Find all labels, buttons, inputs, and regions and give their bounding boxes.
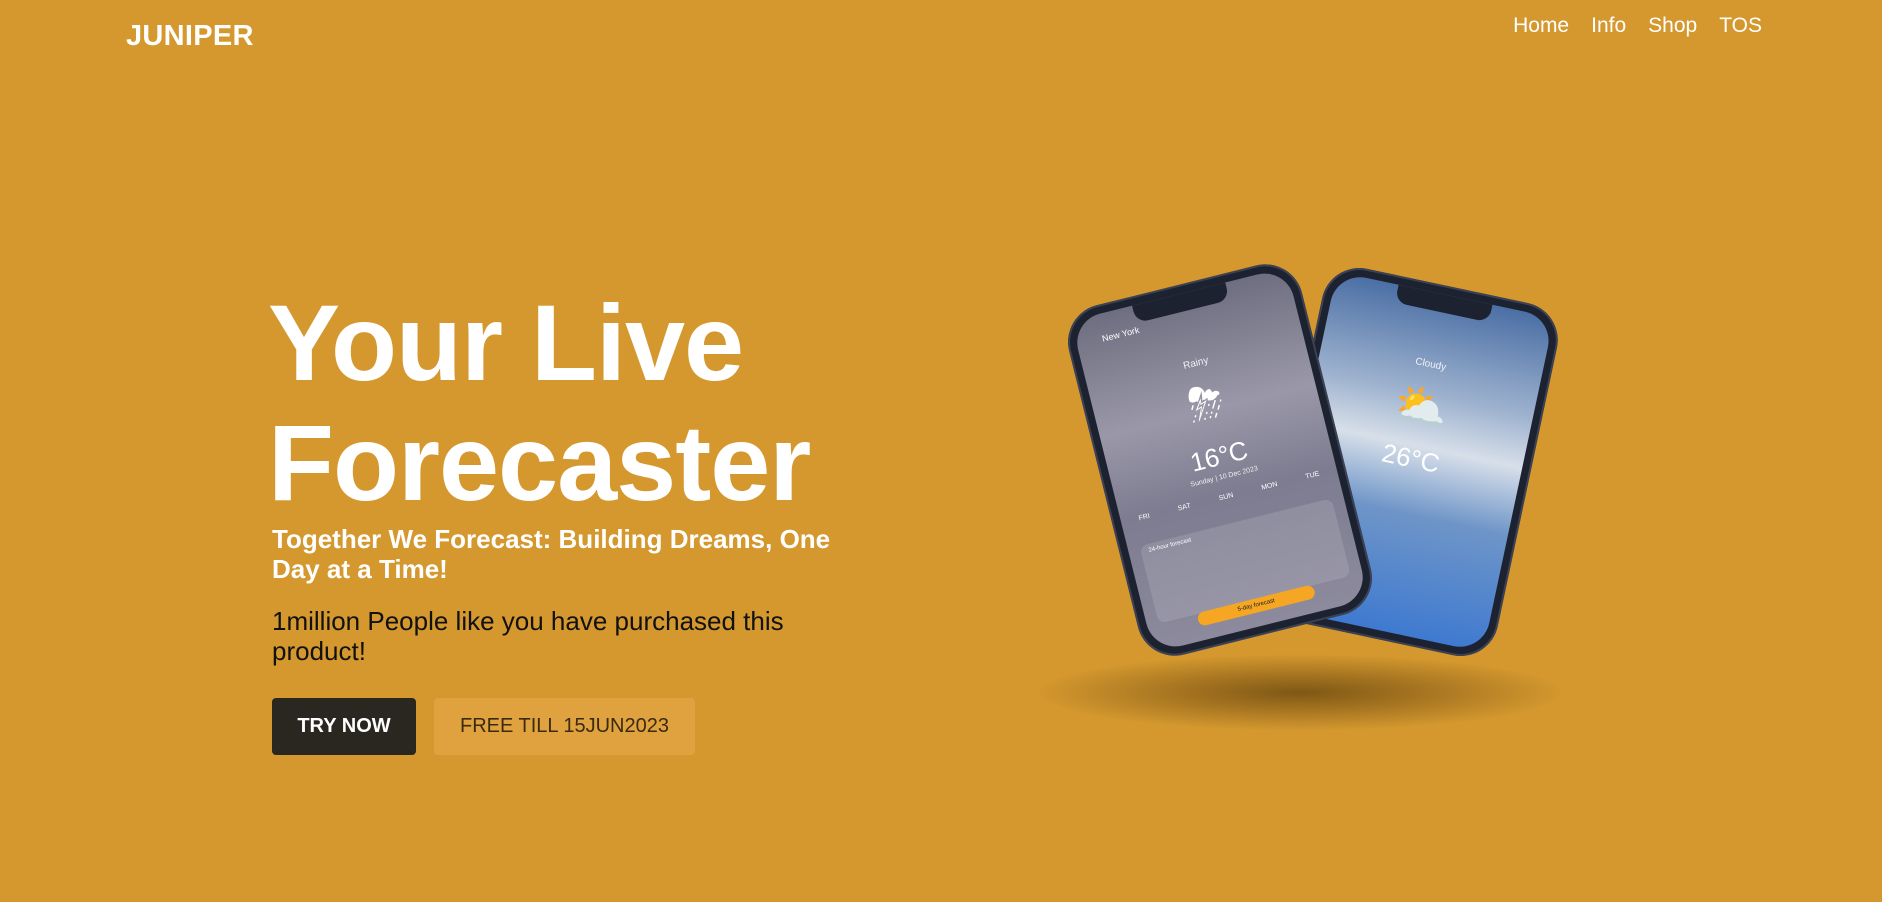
hero-title-line1: Your Live: [268, 282, 744, 403]
nav-shop-link[interactable]: Shop: [1648, 14, 1697, 38]
card-title: 24-hour forecast: [1148, 537, 1193, 554]
hero-tagline: Together We Forecast: Building Dreams, O…: [272, 524, 831, 584]
brand-logo[interactable]: JUNIPER: [126, 20, 254, 53]
city-label: New York: [1100, 324, 1141, 344]
nav-home-link[interactable]: Home: [1513, 14, 1569, 38]
social-proof-text: 1million People like you have purchased …: [272, 606, 784, 666]
nav-info-link[interactable]: Info: [1591, 14, 1626, 38]
try-now-button[interactable]: TRY NOW: [272, 698, 416, 755]
hero-title: Your Live Forecaster: [268, 282, 811, 523]
day-label: FRI: [1137, 512, 1151, 523]
day-label: SUN: [1218, 491, 1235, 503]
free-trial-button[interactable]: FREE TILL 15JUN2023: [434, 698, 695, 755]
nav-tos-link[interactable]: TOS: [1719, 14, 1762, 38]
hero-title-line2: Forecaster: [268, 402, 811, 523]
day-label: TUE: [1304, 470, 1321, 481]
top-nav: Home Info Shop TOS: [1513, 14, 1762, 38]
day-label: SAT: [1177, 502, 1192, 513]
day-label: MON: [1260, 480, 1279, 492]
phone-mockups: Cloudy ⛅ 26°C New York Rainy ⛈ 16°C Sund…: [1000, 256, 1600, 760]
phone-shadow: [1040, 655, 1560, 730]
